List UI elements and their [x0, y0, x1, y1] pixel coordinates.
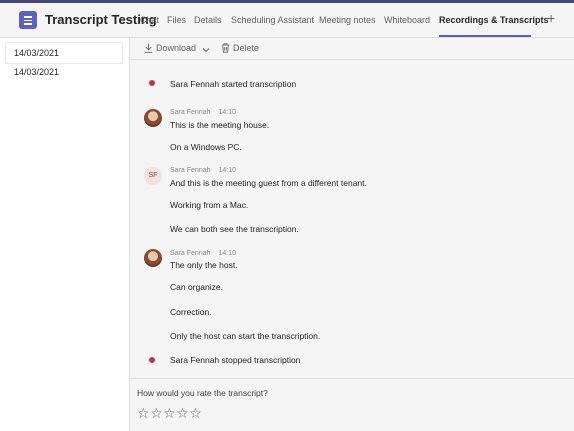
rating-question: How would you rate the transcript?	[137, 388, 268, 398]
tab-details[interactable]: Details	[194, 15, 222, 25]
star-icon[interactable]: ☆	[137, 406, 150, 420]
speaker-name: Sara Fennah	[170, 250, 211, 257]
transcript-line: This is the meeting house.	[170, 120, 270, 130]
avatar	[144, 109, 162, 127]
avatar	[144, 249, 162, 267]
transcript-line: Correction.	[170, 307, 212, 317]
download-icon	[144, 43, 153, 53]
download-label: Download	[156, 43, 197, 53]
trash-icon	[221, 43, 230, 53]
transcript-line: On a Windows PC.	[170, 142, 242, 152]
transcription-stop-dot	[149, 357, 155, 363]
speaker-name: Sara Fennah	[170, 167, 211, 174]
timestamp: 14:10	[218, 167, 237, 174]
transcript-rating: How would you rate the transcript? ☆☆☆☆☆	[130, 378, 574, 431]
delete-label: Delete	[233, 43, 260, 53]
sidebar-item-date[interactable]: 14/03/2021	[6, 43, 122, 63]
recordings-sidebar: 14/03/2021 14/03/2021	[0, 38, 130, 431]
sidebar-item-date[interactable]: 14/03/2021	[6, 62, 122, 82]
transcript-line: The only the host.	[170, 260, 238, 270]
chevron-down-icon	[202, 48, 209, 53]
star-icon[interactable]: ☆	[189, 406, 202, 420]
speaker-meta: Sara Fennah 14:10	[170, 109, 236, 116]
transcript-toolbar: Download Delete	[130, 38, 574, 60]
transcript-line: Working from a Mac.	[170, 200, 249, 210]
star-icon[interactable]: ☆	[150, 406, 163, 420]
meeting-app-icon	[19, 11, 37, 29]
transcript-line: Can organize.	[170, 282, 223, 292]
timestamp: 14:10	[218, 250, 237, 257]
transcription-start-dot	[149, 80, 155, 86]
speaker-name: Sara Fennah	[170, 109, 211, 116]
transcript-line: And this is the meeting guest from a dif…	[170, 178, 367, 188]
transcript-line: Only the host can start the transcriptio…	[170, 331, 321, 341]
tab-files[interactable]: Files	[167, 15, 186, 25]
star-rating: ☆☆☆☆☆	[137, 405, 202, 423]
transcript-panel: Sara Fennah started transcription Sara F…	[130, 60, 574, 378]
tab-chat[interactable]: Chat	[140, 15, 159, 25]
speaker-meta: Sara Fennah 14:10	[170, 167, 236, 174]
download-button[interactable]: Download	[144, 43, 213, 53]
timestamp: 14:10	[218, 109, 237, 116]
star-icon[interactable]: ☆	[176, 406, 189, 420]
delete-button[interactable]: Delete	[221, 43, 259, 53]
transcription-stop-event: Sara Fennah stopped transcription	[170, 355, 301, 365]
transcription-start-event: Sara Fennah started transcription	[170, 79, 297, 89]
tab-meeting-notes[interactable]: Meeting notes	[319, 15, 376, 25]
meeting-header: Transcript Testing Chat Files Details Sc…	[0, 3, 574, 38]
transcript-line: We can both see the transcription.	[170, 224, 299, 234]
tab-recordings-transcripts[interactable]: Recordings & Transcripts	[439, 15, 549, 25]
star-icon[interactable]: ☆	[163, 406, 176, 420]
tab-scheduling-assistant[interactable]: Scheduling Assistant	[231, 15, 314, 25]
add-tab-button[interactable]: +	[547, 10, 555, 26]
tab-whiteboard[interactable]: Whiteboard	[384, 15, 430, 25]
speaker-meta: Sara Fennah 14:10	[170, 250, 236, 257]
active-tab-indicator	[439, 35, 531, 37]
avatar: SF	[144, 167, 162, 185]
